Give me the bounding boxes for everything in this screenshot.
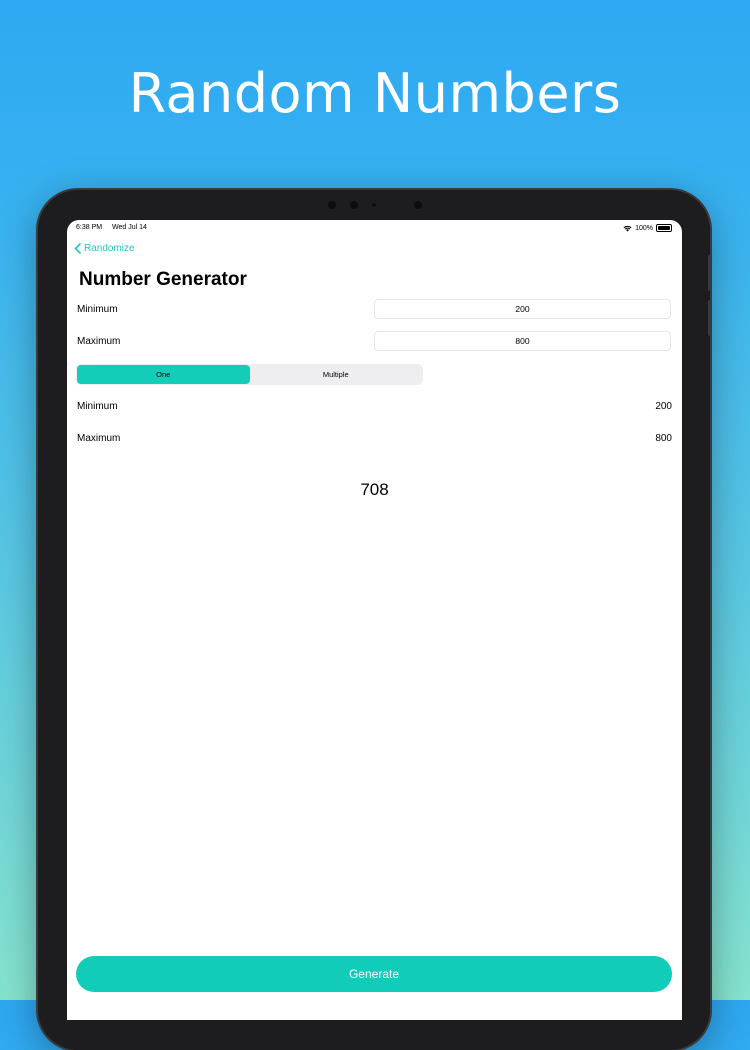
status-bar: 6:38 PM Wed Jul 14 100%	[76, 224, 672, 236]
minimum-input-label: Minimum	[77, 304, 118, 315]
wifi-icon	[623, 225, 632, 231]
summary-maximum-label: Maximum	[77, 433, 121, 444]
summary-maximum-value: 800	[655, 433, 672, 444]
device-volume-up-button	[708, 255, 712, 291]
camera-dot	[350, 201, 358, 209]
back-button[interactable]: Randomize	[74, 243, 135, 254]
generated-number: 708	[360, 480, 389, 499]
generate-button[interactable]: Generate	[76, 956, 672, 992]
app-screen: 6:38 PM Wed Jul 14 100% Randomize Number…	[67, 220, 682, 1020]
back-button-label: Randomize	[84, 243, 135, 254]
mode-option-one[interactable]: One	[77, 365, 250, 384]
camera-array	[326, 199, 426, 211]
chevron-left-icon	[74, 243, 81, 254]
status-date: Wed Jul 14	[112, 224, 147, 231]
device-volume-down-button	[708, 300, 712, 336]
status-right: 100%	[623, 224, 672, 232]
page-title: Number Generator	[79, 269, 247, 290]
camera-dot	[414, 201, 422, 209]
battery-icon	[656, 224, 672, 232]
battery-percent: 100%	[635, 224, 653, 232]
minimum-input[interactable]	[374, 299, 671, 319]
headline: Random Numbers	[128, 62, 622, 125]
mode-segmented-control: One Multiple	[76, 364, 423, 385]
maximum-input[interactable]	[374, 331, 671, 351]
camera-dot	[328, 201, 336, 209]
status-time: 6:38 PM	[76, 224, 103, 231]
mode-option-multiple[interactable]: Multiple	[250, 365, 423, 384]
summary-minimum-value: 200	[655, 401, 672, 412]
summary-minimum-label: Minimum	[77, 401, 118, 412]
maximum-input-label: Maximum	[77, 336, 121, 347]
sensor-dot	[372, 203, 376, 207]
